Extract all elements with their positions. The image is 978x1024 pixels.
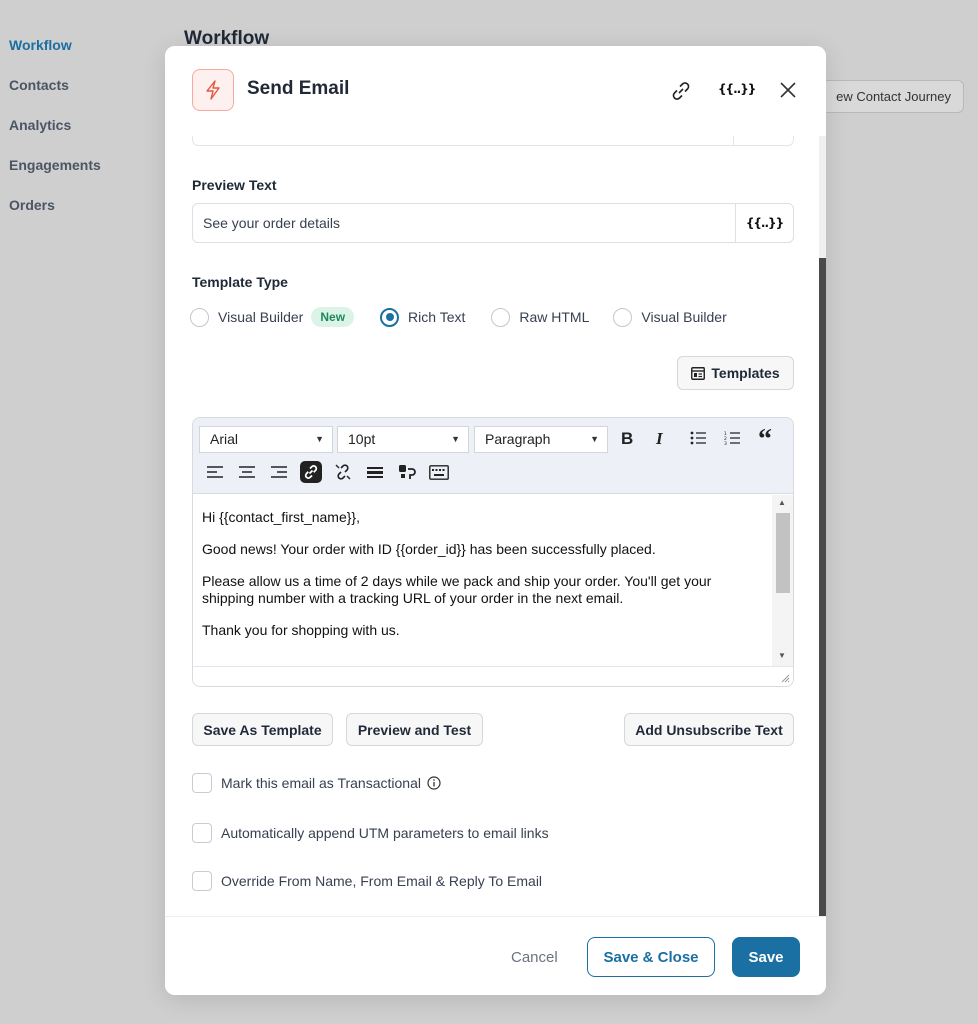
radio-label: Rich Text xyxy=(408,309,466,325)
font-family-value: Arial xyxy=(210,431,239,447)
transactional-checkbox[interactable]: Mark this email as Transactional xyxy=(192,773,441,793)
radio-label: Visual Builder xyxy=(218,309,304,325)
templates-button[interactable]: Templates xyxy=(677,356,794,390)
info-icon[interactable] xyxy=(427,776,441,790)
new-badge: New xyxy=(311,307,355,327)
align-right-icon[interactable] xyxy=(268,461,290,483)
template-type-label: Template Type xyxy=(192,274,288,290)
editor-content[interactable]: Hi {{contact_first_name}}, Good news! Yo… xyxy=(193,495,773,668)
italic-icon[interactable]: I xyxy=(656,429,663,449)
modal-body: Preview Text See your order details {{..… xyxy=(165,46,826,916)
horizontal-rule-icon[interactable] xyxy=(364,461,386,483)
align-center-icon[interactable] xyxy=(236,461,258,483)
radio-circle[interactable] xyxy=(491,307,511,327)
radio-label: Raw HTML xyxy=(519,309,590,325)
checkbox-label: Mark this email as Transactional xyxy=(221,775,421,791)
templates-button-label: Templates xyxy=(711,365,780,381)
template-icon xyxy=(691,366,706,380)
preview-text-input[interactable]: See your order details xyxy=(193,204,735,242)
scroll-down-icon[interactable]: ▼ xyxy=(778,651,786,660)
resize-handle-icon[interactable] xyxy=(781,674,790,683)
editor-paragraph: Please allow us a time of 2 days while w… xyxy=(202,573,712,606)
radio-circle[interactable] xyxy=(190,307,209,327)
editor-paragraph: Hi {{contact_first_name}}, xyxy=(202,509,360,525)
radio-label: Visual Builder xyxy=(641,309,727,325)
link-icon[interactable] xyxy=(670,80,692,102)
font-family-select[interactable]: Arial ▼ xyxy=(199,426,333,453)
scroll-up-icon[interactable]: ▲ xyxy=(778,498,786,507)
font-size-value: 10pt xyxy=(348,431,376,447)
bullet-list-icon[interactable] xyxy=(690,431,706,445)
radio-circle-selected[interactable] xyxy=(380,307,400,327)
add-unsubscribe-text-button[interactable]: Add Unsubscribe Text xyxy=(624,713,794,746)
template-type-radio-group: Visual Builder New Rich Text Raw HTML Vi… xyxy=(190,305,751,329)
utm-parameters-checkbox[interactable]: Automatically append UTM parameters to e… xyxy=(192,823,549,843)
editor-scrollbar[interactable]: ▲ ▼ xyxy=(772,495,793,667)
sidebar-item-contacts[interactable]: Contacts xyxy=(0,70,130,110)
save-as-template-button[interactable]: Save As Template xyxy=(192,713,333,746)
merge-tag-icon[interactable]: {{..}} xyxy=(718,82,756,96)
link-icon[interactable] xyxy=(300,461,322,483)
checkbox-label: Override From Name, From Email & Reply T… xyxy=(221,873,543,889)
override-sender-checkbox[interactable]: Override From Name, From Email & Reply T… xyxy=(192,871,542,891)
unlink-icon[interactable] xyxy=(332,461,354,483)
align-left-icon[interactable] xyxy=(204,461,226,483)
block-format-value: Paragraph xyxy=(485,431,551,447)
radio-visual-builder-new[interactable]: Visual Builder New xyxy=(190,307,355,327)
rich-text-editor: Arial ▼ 10pt ▼ Paragraph ▼ B I 123 “ Hi … xyxy=(192,417,794,687)
editor-scroll-thumb[interactable] xyxy=(776,513,790,593)
modal-title: Send Email xyxy=(247,78,350,99)
editor-paragraph: Good news! Your order with ID {{order_id… xyxy=(202,541,656,557)
font-size-select[interactable]: 10pt ▼ xyxy=(337,426,469,453)
modal-scrollbar-thumb[interactable] xyxy=(819,258,826,916)
cancel-button[interactable]: Cancel xyxy=(511,949,558,966)
modal-header: Send Email {{..}} xyxy=(165,46,826,136)
checkbox[interactable] xyxy=(192,823,212,843)
preview-text-label: Preview Text xyxy=(192,177,277,193)
save-button[interactable]: Save xyxy=(732,937,800,977)
checkbox[interactable] xyxy=(192,773,212,793)
checkbox-label: Automatically append UTM parameters to e… xyxy=(221,825,549,841)
block-format-select[interactable]: Paragraph ▼ xyxy=(474,426,608,453)
send-email-modal: Preview Text See your order details {{..… xyxy=(165,46,826,995)
modal-footer: Cancel Save & Close Save xyxy=(165,916,826,995)
radio-raw-html[interactable]: Raw HTML xyxy=(491,307,590,327)
chevron-down-icon: ▼ xyxy=(315,434,324,444)
preview-text-field[interactable]: See your order details {{..}} xyxy=(192,203,794,243)
preview-and-test-button[interactable]: Preview and Test xyxy=(346,713,483,746)
merge-tags-icon[interactable] xyxy=(396,461,418,483)
chevron-down-icon: ▼ xyxy=(590,434,599,444)
sidebar-item-orders[interactable]: Orders xyxy=(0,190,130,230)
toolbar-row-2 xyxy=(204,458,460,486)
merge-tag-button[interactable]: {{..}} xyxy=(735,204,793,242)
radio-circle[interactable] xyxy=(613,307,633,327)
bold-icon[interactable]: B xyxy=(621,429,633,449)
keyboard-icon[interactable] xyxy=(428,461,450,483)
radio-visual-builder[interactable]: Visual Builder xyxy=(613,307,727,327)
chevron-down-icon: ▼ xyxy=(451,434,460,444)
sidebar-item-engagements[interactable]: Engagements xyxy=(0,150,130,190)
editor-toolbar: Arial ▼ 10pt ▼ Paragraph ▼ B I 123 “ xyxy=(193,418,793,494)
sidebar-item-analytics[interactable]: Analytics xyxy=(0,110,130,150)
radio-rich-text[interactable]: Rich Text xyxy=(380,307,466,327)
editor-paragraph: Thank you for shopping with us. xyxy=(202,622,400,638)
sidebar-item-workflow[interactable]: Workflow xyxy=(0,30,130,70)
editor-statusbar xyxy=(193,666,793,686)
checkbox[interactable] xyxy=(192,871,212,891)
close-icon[interactable] xyxy=(778,80,798,100)
lightning-icon xyxy=(192,69,234,111)
numbered-list-icon[interactable]: 123 xyxy=(724,431,740,445)
sidebar-nav: Workflow Contacts Analytics Engagements … xyxy=(0,30,130,230)
svg-text:3: 3 xyxy=(724,441,727,445)
blockquote-icon[interactable]: “ xyxy=(758,424,772,456)
save-and-close-button[interactable]: Save & Close xyxy=(587,937,715,977)
